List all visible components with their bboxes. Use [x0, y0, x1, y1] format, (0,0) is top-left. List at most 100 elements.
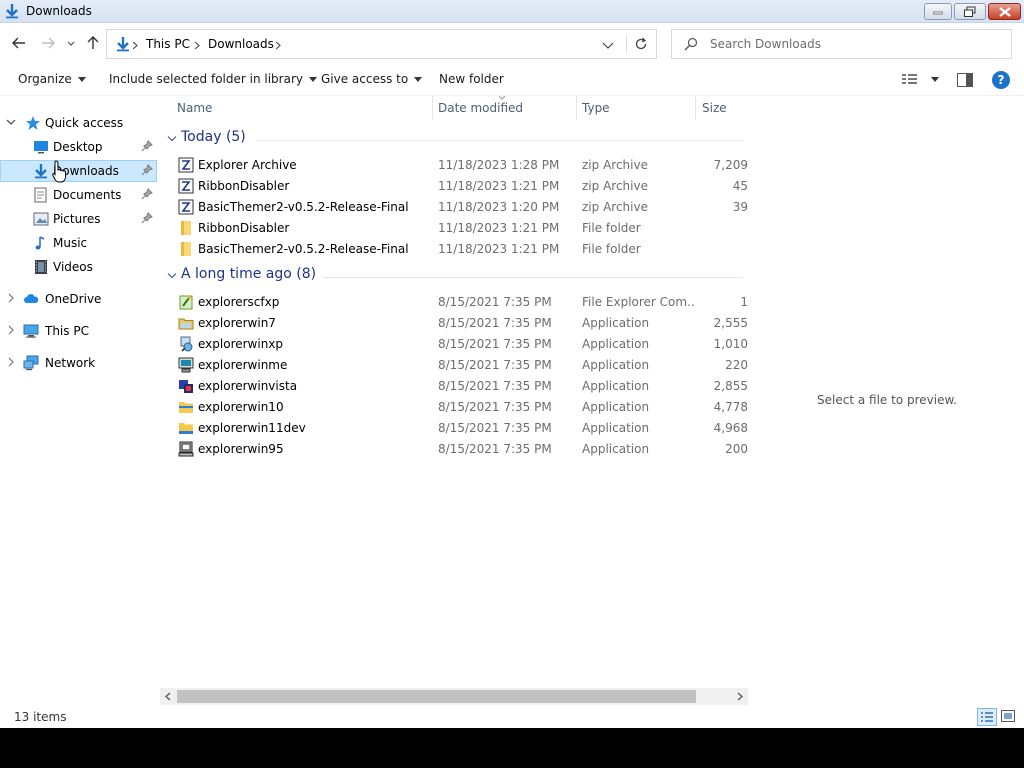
table-row[interactable]: explorerwinme 8/15/2021 7:35 PM Applicat…	[160, 355, 748, 376]
nav-this-pc[interactable]: This PC	[0, 320, 157, 342]
chevron-down-icon[interactable]	[6, 117, 16, 127]
table-row[interactable]: RibbonDisabler 11/18/2023 1:21 PM zip Ar…	[160, 176, 748, 197]
minimize-icon	[933, 11, 943, 14]
column-divider[interactable]	[576, 96, 577, 120]
chevron-right-icon[interactable]	[6, 325, 16, 335]
scroll-left-arrow-icon[interactable]	[164, 692, 172, 701]
column-divider[interactable]	[432, 96, 433, 120]
large-icons-view-icon	[1001, 710, 1015, 722]
chevron-down-icon[interactable]	[167, 135, 177, 143]
table-row[interactable]: explorerscfxp 8/15/2021 7:35 PM File Exp…	[160, 292, 748, 313]
table-row[interactable]: BasicThemer2-v0.5.2-Release-Final 11/18/…	[160, 197, 748, 218]
breadcrumb-chevron-icon[interactable]	[194, 41, 200, 50]
minimize-button[interactable]	[924, 3, 952, 20]
preview-pane-icon[interactable]	[957, 73, 973, 87]
navigation-pane: Quick access Desktop Downloads Documents…	[0, 96, 158, 706]
star-icon	[26, 116, 40, 130]
column-header-name[interactable]: Name	[177, 101, 212, 115]
column-header-date[interactable]: Date modified	[438, 101, 523, 115]
sort-arrow-icon	[498, 96, 506, 100]
nav-onedrive[interactable]: OneDrive	[0, 288, 157, 310]
close-button[interactable]	[988, 3, 1021, 20]
downloads-arrow-icon	[35, 164, 47, 179]
horizontal-scrollbar[interactable]	[160, 688, 748, 705]
search-box[interactable]	[671, 29, 1012, 59]
nav-videos[interactable]: Videos	[0, 256, 157, 278]
give-access-button[interactable]: Give access to	[321, 72, 423, 86]
column-header-size[interactable]: Size	[702, 101, 727, 115]
table-row[interactable]: explorerwinxp 8/15/2021 7:35 PM Applicat…	[160, 334, 748, 355]
table-row[interactable]: explorerwin7 8/15/2021 7:35 PM Applicati…	[160, 313, 748, 334]
table-row[interactable]: BasicThemer2-v0.5.2-Release-Final 11/18/…	[160, 239, 748, 260]
title-bar[interactable]: Downloads	[0, 0, 1024, 23]
explorer-winvista-icon	[179, 380, 193, 393]
new-folder-button[interactable]: New folder	[439, 72, 504, 86]
details-view-icon	[902, 74, 917, 84]
table-row[interactable]: explorerwinvista 8/15/2021 7:35 PM Appli…	[160, 376, 748, 397]
back-arrow-icon[interactable]	[10, 34, 28, 52]
breadcrumb-chevron-icon[interactable]	[275, 41, 281, 50]
nav-documents[interactable]: Documents	[0, 184, 157, 206]
breadcrumb-chevron-icon[interactable]	[132, 41, 138, 50]
address-history-chevron-icon[interactable]	[601, 38, 615, 52]
close-icon	[998, 6, 1011, 17]
pin-icon[interactable]	[141, 164, 153, 176]
pin-icon[interactable]	[141, 140, 153, 152]
scroll-right-arrow-icon[interactable]	[736, 692, 744, 701]
dropdown-caret-icon	[414, 77, 423, 82]
breadcrumb-downloads[interactable]: Downloads	[208, 37, 274, 51]
forward-arrow-icon[interactable]	[39, 34, 57, 52]
pin-icon[interactable]	[141, 212, 153, 224]
dropdown-caret-icon	[77, 77, 86, 82]
group-header-long-ago[interactable]: A long time ago (8)	[165, 266, 743, 288]
table-row[interactable]: RibbonDisabler 11/18/2023 1:21 PM File f…	[160, 218, 748, 239]
details-view-icon	[981, 712, 993, 722]
nav-pictures[interactable]: Pictures	[0, 208, 157, 230]
nav-quick-access[interactable]: Quick access	[0, 112, 157, 134]
nav-network[interactable]: Network	[0, 352, 157, 374]
explorer-winme-icon	[178, 357, 194, 373]
group-header-today[interactable]: Today (5)	[165, 129, 743, 151]
nav-music[interactable]: Music	[0, 232, 157, 254]
search-input[interactable]	[710, 34, 1000, 54]
explorer-window: Downloads This PC Downloads Search Downl…	[0, 0, 1024, 728]
include-in-library-button[interactable]: Include selected folder in library	[109, 72, 317, 86]
table-row[interactable]: explorerwin11dev 8/15/2021 7:35 PM Appli…	[160, 418, 748, 439]
column-divider[interactable]	[695, 96, 696, 120]
change-view-button[interactable]	[901, 72, 939, 89]
downloads-arrow-icon	[6, 4, 18, 19]
address-bar[interactable]: This PC Downloads	[106, 29, 657, 59]
videos-film-icon	[35, 260, 47, 274]
network-icon	[23, 355, 39, 371]
details-view-button[interactable]	[977, 708, 997, 726]
large-icons-view-button[interactable]	[999, 708, 1019, 726]
command-bar: Organize Include selected folder in libr…	[0, 63, 1024, 96]
folder-icon	[181, 221, 191, 235]
chevron-right-icon[interactable]	[6, 357, 16, 367]
explorer-winxp-icon	[180, 336, 193, 352]
column-header-type[interactable]: Type	[582, 101, 610, 115]
table-row[interactable]: Explorer Archive 11/18/2023 1:28 PM zip …	[160, 155, 748, 176]
up-arrow-icon[interactable]	[84, 34, 102, 52]
search-icon	[684, 37, 698, 51]
breadcrumb-this-pc[interactable]: This PC	[146, 37, 190, 51]
table-row[interactable]: explorerwin95 8/15/2021 7:35 PM Applicat…	[160, 439, 748, 460]
organize-button[interactable]: Organize	[18, 72, 86, 86]
pictures-icon	[33, 212, 49, 226]
restore-button[interactable]	[954, 3, 986, 20]
refresh-icon[interactable]	[633, 36, 649, 52]
nav-desktop[interactable]: Desktop	[0, 136, 157, 158]
chevron-down-icon[interactable]	[167, 272, 177, 280]
dropdown-caret-icon	[930, 77, 939, 82]
nav-downloads[interactable]: Downloads	[0, 160, 157, 182]
table-row[interactable]: explorerwin10 8/15/2021 7:35 PM Applicat…	[160, 397, 748, 418]
chevron-right-icon[interactable]	[6, 293, 16, 303]
pin-icon[interactable]	[141, 188, 153, 200]
recent-locations-chevron-icon[interactable]	[64, 34, 82, 52]
group-divider-line	[323, 277, 743, 278]
address-divider	[626, 34, 627, 54]
help-button[interactable]: ?	[992, 71, 1010, 89]
zip-icon	[178, 199, 194, 215]
music-note-icon	[35, 236, 45, 250]
scrollbar-thumb[interactable]	[177, 690, 696, 703]
